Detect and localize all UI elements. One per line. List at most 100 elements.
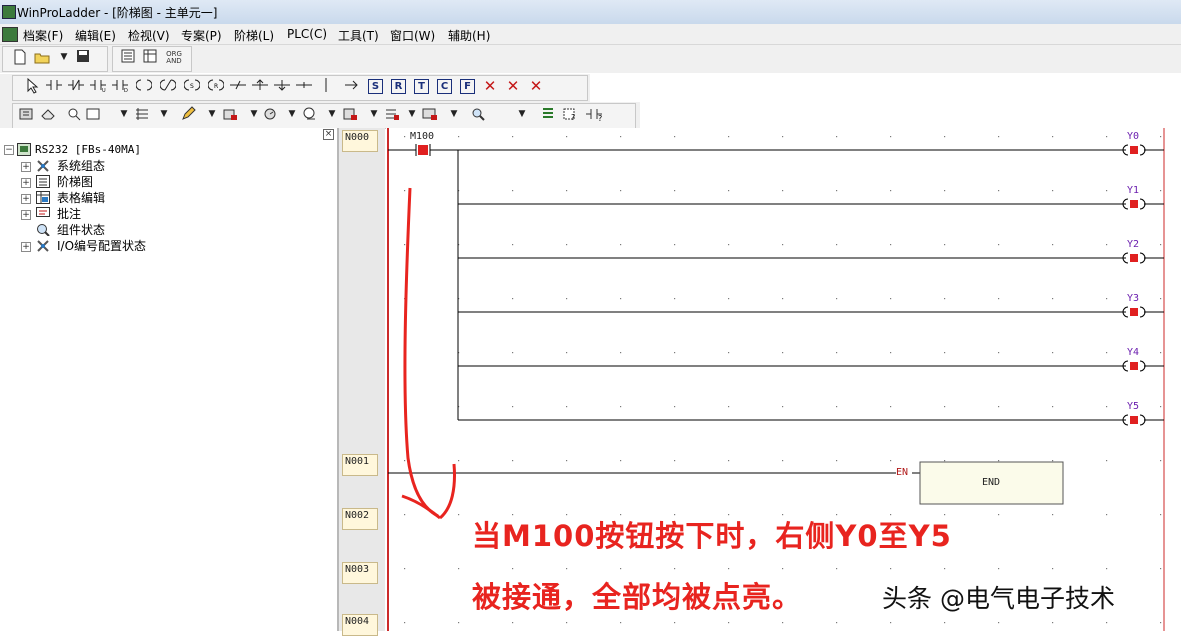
- pointer-icon[interactable]: [24, 77, 40, 94]
- window-title: WinProLadder - [阶梯图 - 主单元一]: [17, 6, 218, 20]
- coil-output-icon[interactable]: [135, 78, 153, 94]
- nc-contact-icon[interactable]: [68, 78, 84, 94]
- network-label-n003[interactable]: N003: [342, 562, 378, 584]
- invert-icon[interactable]: [230, 78, 246, 94]
- dropdown-5-icon[interactable]: ▼: [246, 106, 262, 122]
- toolbar-ladder-elements: U D S R S R T C F ✕ ✕ ✕: [0, 74, 590, 102]
- tree-item-io-config[interactable]: I/O编号配置状态: [57, 238, 146, 254]
- delete-element-icon[interactable]: ✕: [482, 78, 498, 94]
- menu-edit[interactable]: 编辑(E): [75, 27, 116, 44]
- open-dropdown-icon[interactable]: ▼: [56, 49, 72, 65]
- toolbar-file: ▼ ORG AND: [0, 45, 1181, 73]
- org-and-button[interactable]: ORG AND: [164, 51, 184, 67]
- down-contact-icon[interactable]: D: [112, 78, 128, 94]
- expand-table-icon[interactable]: +: [21, 194, 31, 204]
- compile-icon[interactable]: [18, 106, 34, 122]
- network-label-n000[interactable]: N000: [342, 130, 378, 152]
- coil-reset-icon[interactable]: R: [207, 78, 225, 94]
- run-icon[interactable]: [302, 106, 318, 122]
- expand-ladder-icon[interactable]: +: [21, 178, 31, 188]
- en-pin-label: EN: [896, 467, 909, 478]
- function-f-button[interactable]: F: [460, 79, 475, 94]
- table-edit-icon: [36, 191, 50, 204]
- collapse-root-icon[interactable]: −: [4, 145, 14, 155]
- dropdown-2-icon[interactable]: ▼: [116, 106, 132, 122]
- tree-item-comment[interactable]: 批注: [57, 206, 81, 222]
- document-icon[interactable]: [2, 27, 18, 42]
- contact-label-m100: M100: [410, 131, 435, 142]
- tree-item-component-status[interactable]: 组件状态: [57, 222, 105, 238]
- watermark: 头条 @电气电子技术: [882, 584, 1115, 613]
- dropdown-6-icon[interactable]: ▼: [284, 106, 300, 122]
- function-r-button[interactable]: R: [391, 79, 406, 94]
- eraser-icon[interactable]: [40, 106, 56, 122]
- new-file-icon[interactable]: [12, 49, 28, 65]
- project-tree-panel: × − RS232 [FBs-40MA] + 系统组态 + 阶梯图 + 表格编辑…: [0, 128, 339, 631]
- menu-view[interactable]: 检视(V): [128, 27, 170, 44]
- tree-item-table[interactable]: 表格编辑: [57, 190, 105, 206]
- dropdown-3-icon[interactable]: ▼: [156, 106, 172, 122]
- expand-comment-icon[interactable]: +: [21, 210, 31, 220]
- component-status-icon: [36, 223, 50, 237]
- coil-label-y2: Y2: [1127, 239, 1140, 250]
- negative-edge-icon[interactable]: [274, 78, 290, 94]
- ladder-view-icon[interactable]: [120, 49, 136, 65]
- menu-window[interactable]: 窗口(W): [390, 27, 435, 44]
- dropdown-9-icon[interactable]: ▼: [404, 106, 420, 122]
- function-c-button[interactable]: C: [437, 79, 452, 94]
- dropdown-1-icon[interactable]: [86, 106, 100, 122]
- menu-file[interactable]: 档案(F): [23, 27, 63, 44]
- monitor-icon[interactable]: [262, 106, 278, 122]
- pencil-icon[interactable]: [180, 106, 196, 122]
- coil-inverse-icon[interactable]: [159, 78, 177, 94]
- svg-text:R: R: [214, 83, 218, 90]
- dropdown-4-icon[interactable]: ▼: [204, 106, 220, 122]
- horizontal-line-icon[interactable]: [296, 78, 312, 94]
- no-contact-icon[interactable]: [46, 78, 62, 94]
- open-folder-icon[interactable]: [34, 49, 50, 65]
- vertical-line-icon[interactable]: [322, 78, 338, 94]
- network-gutter: [339, 128, 385, 631]
- expand-io-icon[interactable]: +: [21, 242, 31, 252]
- network-label-n001[interactable]: N001: [342, 454, 378, 476]
- tree-item-ladder[interactable]: 阶梯图: [57, 174, 93, 190]
- list-icon[interactable]: [384, 106, 400, 122]
- tree-item-system[interactable]: 系统组态: [57, 158, 105, 174]
- function-t-button[interactable]: T: [414, 79, 429, 94]
- stop-icon[interactable]: [342, 106, 358, 122]
- help-contact-icon[interactable]: ?: [586, 106, 602, 123]
- write-plc-icon[interactable]: [222, 106, 238, 122]
- delete-vertical-icon[interactable]: ✕: [505, 78, 521, 94]
- svg-text:S: S: [190, 83, 194, 90]
- table-view-icon[interactable]: [142, 49, 158, 65]
- up-contact-icon[interactable]: U: [90, 78, 106, 94]
- network-label-n002[interactable]: N002: [342, 508, 378, 530]
- menu-plc[interactable]: PLC(C): [287, 27, 327, 41]
- close-icon[interactable]: ×: [323, 129, 334, 140]
- status-list-icon[interactable]: [540, 106, 556, 122]
- svg-text:?: ?: [598, 114, 602, 122]
- ladder-canvas[interactable]: M100 Y0 Y1 Y2 Y3 Y4 Y5 EN END: [386, 128, 1181, 631]
- expand-system-icon[interactable]: +: [21, 162, 31, 172]
- network-label-n004[interactable]: N004: [342, 614, 378, 636]
- menu-tools[interactable]: 工具(T): [338, 27, 379, 44]
- menu-ladder[interactable]: 阶梯(L): [234, 27, 274, 44]
- positive-edge-icon[interactable]: [252, 78, 268, 94]
- zoom-element-icon[interactable]: [66, 106, 82, 122]
- tree-root-label[interactable]: RS232 [FBs-40MA]: [35, 142, 141, 158]
- data-register-icon[interactable]: [134, 106, 150, 122]
- dropdown-10-icon[interactable]: ▼: [446, 106, 462, 122]
- dropdown-11-icon[interactable]: ▼: [514, 106, 530, 122]
- dropdown-8-icon[interactable]: ▼: [366, 106, 382, 122]
- save-icon[interactable]: [75, 49, 91, 65]
- menu-help[interactable]: 辅助(H): [448, 27, 490, 44]
- delete-line-icon[interactable]: ✕: [528, 78, 544, 94]
- dropdown-7-icon[interactable]: ▼: [324, 106, 340, 122]
- arrow-right-icon[interactable]: [344, 78, 360, 94]
- coil-set-icon[interactable]: S: [183, 78, 201, 94]
- network-icon[interactable]: [422, 106, 438, 122]
- search-icon[interactable]: [470, 106, 486, 122]
- query-icon[interactable]: ?: [562, 106, 578, 122]
- menu-project[interactable]: 专案(P): [181, 27, 222, 44]
- function-s-button[interactable]: S: [368, 79, 383, 94]
